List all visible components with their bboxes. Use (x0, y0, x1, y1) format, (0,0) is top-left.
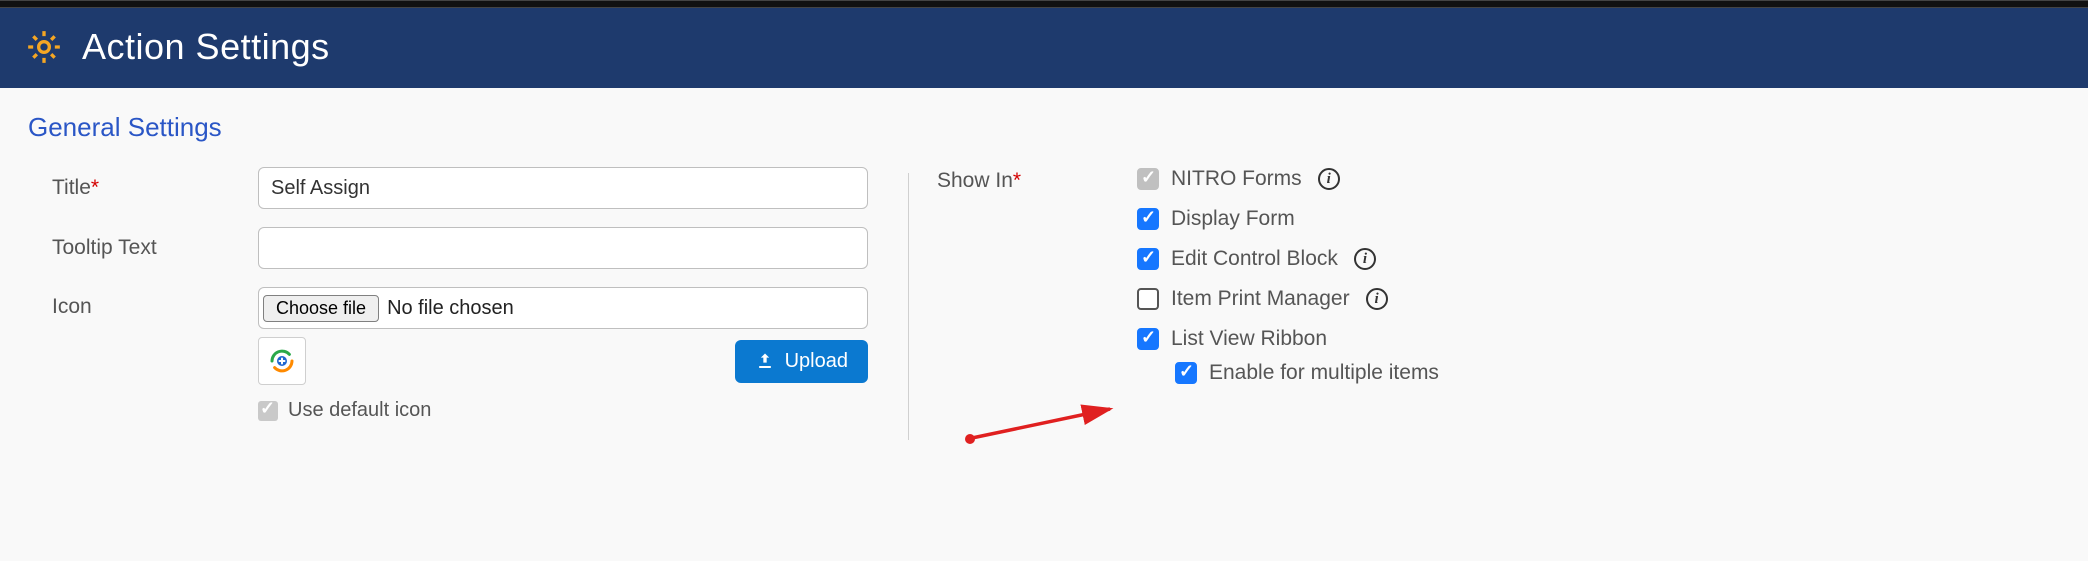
display-form-label: Display Form (1171, 207, 1295, 231)
dialog-header: Action Settings (0, 8, 2088, 88)
info-icon[interactable]: i (1366, 288, 1388, 310)
show-in-options: NITRO Forms i Display Form Edit Control … (1137, 167, 1549, 401)
tooltip-input[interactable] (258, 227, 868, 269)
upload-icon (755, 351, 775, 371)
tooltip-label: Tooltip Text (28, 236, 258, 260)
use-default-icon-checkbox (258, 401, 278, 421)
checkbox-row-list-view-ribbon: List View Ribbon (1137, 327, 1549, 351)
upload-button[interactable]: Upload (735, 340, 868, 383)
info-icon[interactable]: i (1318, 168, 1340, 190)
choose-file-button[interactable]: Choose file (263, 295, 379, 322)
info-icon[interactable]: i (1354, 248, 1376, 270)
checkbox-row-enable-multiple: Enable for multiple items (1175, 361, 1549, 385)
nitro-forms-label: NITRO Forms (1171, 167, 1302, 191)
right-column: Show In* NITRO Forms i Display Form Edit… (909, 167, 1549, 440)
checkbox-row-display-form: Display Form (1137, 207, 1549, 231)
file-status-text: No file chosen (387, 297, 514, 320)
checkbox-row-nitro-forms: NITRO Forms i (1137, 167, 1549, 191)
display-form-checkbox[interactable] (1137, 208, 1159, 230)
use-default-icon-row: Use default icon (258, 399, 868, 422)
title-field-row: Title* (28, 167, 868, 209)
window-top-strip (0, 0, 2088, 8)
left-column: Title* Tooltip Text Icon Choose file No … (28, 167, 908, 440)
list-view-ribbon-checkbox[interactable] (1137, 328, 1159, 350)
show-in-label: Show In* (937, 167, 1137, 193)
checkbox-row-item-print-manager: Item Print Manager i (1137, 287, 1549, 311)
file-picker[interactable]: Choose file No file chosen (258, 287, 868, 329)
checkbox-row-edit-control-block: Edit Control Block i (1137, 247, 1549, 271)
list-view-ribbon-label: List View Ribbon (1171, 327, 1327, 351)
icon-label: Icon (28, 287, 258, 319)
enable-multiple-label: Enable for multiple items (1209, 361, 1439, 385)
gear-icon (24, 27, 64, 67)
edit-control-block-checkbox[interactable] (1137, 248, 1159, 270)
refresh-plus-icon (267, 346, 297, 376)
section-title: General Settings (28, 112, 2060, 143)
nitro-forms-checkbox (1137, 168, 1159, 190)
required-asterisk: * (1013, 169, 1021, 192)
tooltip-field-row: Tooltip Text (28, 227, 868, 269)
content-area: General Settings Title* Tooltip Text Ico… (0, 88, 2088, 518)
use-default-icon-label: Use default icon (288, 399, 431, 422)
title-label: Title* (28, 176, 258, 200)
title-input[interactable] (258, 167, 868, 209)
item-print-manager-label: Item Print Manager (1171, 287, 1350, 311)
enable-multiple-checkbox[interactable] (1175, 362, 1197, 384)
item-print-manager-checkbox[interactable] (1137, 288, 1159, 310)
required-asterisk: * (91, 176, 99, 199)
icon-preview (258, 337, 306, 385)
page-title: Action Settings (82, 26, 330, 68)
icon-field-row: Icon Choose file No file chosen (28, 287, 868, 422)
edit-control-block-label: Edit Control Block (1171, 247, 1338, 271)
